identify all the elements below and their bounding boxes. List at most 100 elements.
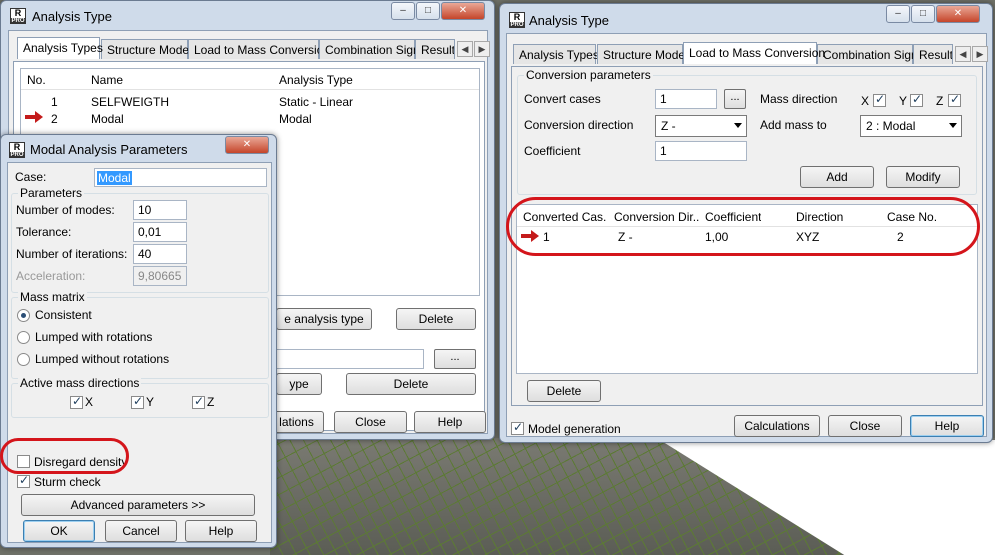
coefficient-label: Coefficient — [524, 144, 581, 158]
right-titlebar: R PRO Analysis Type – □ ✕ — [500, 4, 992, 32]
mass-x-label: X — [85, 395, 94, 409]
current-row-arrow-icon — [25, 111, 43, 123]
conversion-direction-label: Conversion direction — [524, 118, 634, 132]
tab-scroll-left-icon[interactable]: ◀ — [955, 46, 971, 62]
right-calculations-button[interactable]: Calculations — [734, 415, 820, 437]
conversion-direction-select[interactable]: Z - — [655, 115, 747, 137]
lumped-no-rotations-label[interactable]: Lumped without rotations — [35, 352, 169, 366]
mass-dir-x-checkbox[interactable] — [873, 92, 886, 107]
add-mass-to-select[interactable]: 2 : Modal — [860, 115, 962, 137]
minimize-icon[interactable]: – — [391, 2, 415, 20]
tab-structure-model[interactable]: Structure Model — [597, 44, 688, 64]
row2-name[interactable]: Modal — [91, 112, 124, 126]
left-help-button[interactable]: Help — [414, 411, 486, 433]
robot-app-icon: R PRO — [9, 142, 25, 158]
tab-result[interactable]: Result F — [415, 39, 455, 59]
tolerance-input[interactable]: 0,01 — [133, 222, 187, 242]
tolerance-label: Tolerance: — [16, 225, 72, 239]
help-button[interactable]: Help — [185, 520, 257, 542]
mass-direction-label: Mass direction — [760, 92, 838, 106]
parameters-group: Parameters Number of modes: 10 Tolerance… — [11, 186, 269, 293]
tab-analysis-types[interactable]: Analysis Types — [17, 37, 103, 59]
sturm-check-checkbox[interactable] — [17, 473, 30, 488]
row1-type[interactable]: Static - Linear — [279, 95, 353, 109]
coefficient-input[interactable]: 1 — [655, 141, 747, 161]
tab-scroll-right-icon[interactable]: ▶ — [972, 46, 988, 62]
modal-close-icon[interactable]: ✕ — [225, 136, 269, 154]
tab-load-mass-conversion[interactable]: Load to Mass Conversion — [683, 42, 825, 64]
ok-button[interactable]: OK — [23, 520, 95, 542]
model-generation-label[interactable]: Model generation — [528, 422, 621, 436]
right-help-button[interactable]: Help — [910, 415, 984, 437]
col-analysis-type[interactable]: Analysis Type — [279, 73, 353, 87]
browse-button[interactable]: ... — [434, 349, 476, 369]
consistent-label[interactable]: Consistent — [35, 308, 92, 322]
maximize-icon[interactable]: □ — [416, 2, 440, 20]
modify-button[interactable]: Modify — [886, 166, 960, 188]
num-modes-input[interactable]: 10 — [133, 200, 187, 220]
lumped-rotations-label[interactable]: Lumped with rotations — [35, 330, 152, 344]
robot-app-icon: R PRO — [10, 8, 26, 24]
convert-cases-label: Convert cases — [524, 92, 601, 106]
iterations-input[interactable]: 40 — [133, 244, 187, 264]
tab-load-mass-conversion[interactable]: Load to Mass Conversion — [188, 39, 330, 59]
mass-dir-z-label: Z — [936, 94, 944, 108]
model-generation-checkbox[interactable] — [511, 420, 524, 435]
tab-scroll-right-icon[interactable]: ▶ — [474, 41, 490, 57]
acceleration-input: 9,80665 — [133, 266, 187, 286]
set-type-button[interactable]: ype — [276, 373, 322, 395]
lumped-rotations-radio[interactable] — [17, 331, 30, 344]
change-analysis-type-button[interactable]: e analysis type — [276, 308, 372, 330]
left-close-button[interactable]: Close — [334, 411, 407, 433]
col-name[interactable]: Name — [91, 73, 123, 87]
advanced-parameters-button[interactable]: Advanced parameters >> — [21, 494, 255, 516]
case-value: Modal — [97, 171, 132, 185]
mass-y-checkbox[interactable] — [131, 394, 144, 409]
cancel-button[interactable]: Cancel — [105, 520, 177, 542]
row1-name[interactable]: SELFWEIGTH — [91, 95, 169, 109]
case-input[interactable]: Modal — [94, 168, 267, 187]
minimize-icon[interactable]: – — [886, 5, 910, 23]
tab-result[interactable]: Result F — [913, 44, 953, 64]
sturm-check-label[interactable]: Sturm check — [34, 475, 101, 489]
delete-conversion-button[interactable]: Delete — [527, 380, 601, 402]
active-mass-title: Active mass directions — [18, 376, 142, 390]
row2-type[interactable]: Modal — [279, 112, 312, 126]
delete-set-button[interactable]: Delete — [346, 373, 476, 395]
tab-analysis-types[interactable]: Analysis Types — [513, 44, 599, 64]
row1-no[interactable]: 1 — [51, 95, 58, 109]
left-calculations-button[interactable]: lations — [269, 411, 324, 433]
consistent-radio[interactable] — [17, 309, 30, 322]
tab-combination-sign[interactable]: Combination Sign — [817, 44, 918, 64]
left-window-title: Analysis Type — [32, 9, 112, 24]
tab-structure-model[interactable]: Structure Model — [101, 39, 192, 59]
modal-title: Modal Analysis Parameters — [30, 142, 188, 157]
convert-cases-input[interactable]: 1 — [655, 89, 717, 109]
highlight-disregard-density — [0, 438, 129, 474]
right-close-button[interactable]: Close — [828, 415, 902, 437]
tab-combination-sign[interactable]: Combination Sign — [319, 39, 420, 59]
convert-cases-browse-button[interactable]: ... — [724, 89, 746, 109]
right-window-title: Analysis Type — [529, 13, 609, 28]
add-button[interactable]: Add — [800, 166, 874, 188]
chevron-down-icon — [949, 123, 957, 128]
acceleration-label: Acceleration: — [16, 269, 86, 283]
close-icon[interactable]: ✕ — [441, 2, 485, 20]
row2-no[interactable]: 2 — [51, 112, 58, 126]
mass-dir-y-checkbox[interactable] — [910, 92, 923, 107]
mass-x-checkbox[interactable] — [70, 394, 83, 409]
delete-case-button[interactable]: Delete — [396, 308, 476, 330]
mass-dir-x-label: X — [861, 94, 870, 108]
mass-z-checkbox[interactable] — [192, 394, 205, 409]
conversion-params-title: Conversion parameters — [524, 68, 653, 82]
tab-scroll-left-icon[interactable]: ◀ — [457, 41, 473, 57]
col-no[interactable]: No. — [27, 73, 46, 87]
close-icon[interactable]: ✕ — [936, 5, 980, 23]
maximize-icon[interactable]: □ — [911, 5, 935, 23]
conversion-params-group: Conversion parameters Convert cases 1 ..… — [517, 68, 977, 195]
set-case-input[interactable] — [276, 349, 424, 369]
add-mass-to-label: Add mass to — [760, 118, 827, 132]
lumped-no-rotations-radio[interactable] — [17, 353, 30, 366]
mass-z-label: Z — [207, 395, 215, 409]
mass-dir-z-checkbox[interactable] — [948, 92, 961, 107]
